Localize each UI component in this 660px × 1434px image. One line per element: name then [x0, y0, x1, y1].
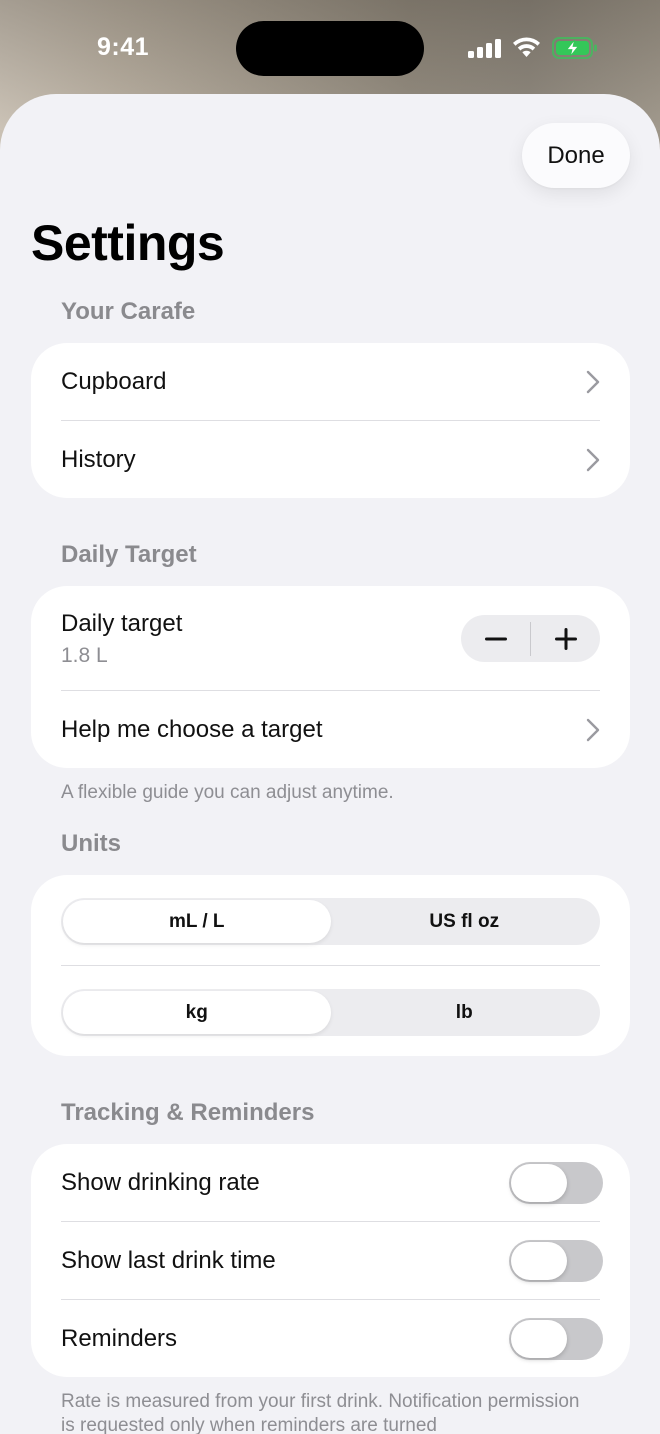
- reminders-label: Reminders: [61, 1324, 178, 1352]
- help-choose-target-label: Help me choose a target: [61, 715, 323, 743]
- daily-target-footer: A flexible guide you can adjust anytime.: [61, 782, 394, 803]
- daily-target-value: 1.8 L: [61, 644, 108, 667]
- cupboard-row[interactable]: Cupboard: [61, 343, 600, 420]
- segment-ml-l[interactable]: mL / L: [63, 900, 331, 943]
- chevron-right-icon: [586, 718, 600, 741]
- minus-icon: [484, 637, 507, 640]
- units-card: mL / L US fl oz kg lb: [31, 875, 630, 1056]
- section-header-your-carafe: Your Carafe: [61, 298, 196, 325]
- show-drinking-rate-label: Show drinking rate: [61, 1168, 260, 1196]
- weight-unit-segmented-control: kg lb: [61, 989, 600, 1036]
- segment-us-fl-oz[interactable]: US fl oz: [331, 900, 599, 943]
- daily-target-label: Daily target: [61, 610, 183, 637]
- battery-charging-icon: [552, 37, 597, 59]
- wifi-icon: [513, 37, 540, 57]
- increment-button[interactable]: [531, 615, 600, 662]
- show-last-drink-time-toggle[interactable]: [509, 1239, 603, 1282]
- tracking-footer: Rate is measured from your first drink. …: [61, 1391, 580, 1434]
- toggle-knob: [511, 1241, 567, 1280]
- status-bar: 9:41: [0, 0, 660, 94]
- help-choose-target-row[interactable]: Help me choose a target: [61, 691, 600, 768]
- cupboard-label: Cupboard: [61, 367, 167, 395]
- section-header-daily-target: Daily Target: [61, 541, 197, 568]
- chevron-right-icon: [586, 448, 600, 471]
- segment-kg[interactable]: kg: [63, 991, 331, 1034]
- show-drinking-rate-row: Show drinking rate: [61, 1144, 603, 1221]
- settings-sheet: Done Settings Your Carafe Cupboard Histo…: [0, 94, 660, 1434]
- done-button[interactable]: Done: [522, 123, 630, 188]
- carafe-card: Cupboard History: [31, 343, 630, 498]
- history-label: History: [61, 445, 136, 473]
- decrement-button[interactable]: [461, 615, 530, 662]
- toggle-knob: [511, 1163, 567, 1202]
- chevron-right-icon: [586, 370, 600, 393]
- dynamic-island: [236, 21, 424, 76]
- toggle-knob: [511, 1319, 567, 1358]
- daily-target-stepper: [461, 615, 600, 662]
- reminders-toggle[interactable]: [509, 1317, 603, 1360]
- segment-lb[interactable]: lb: [331, 991, 599, 1034]
- plus-icon: [554, 627, 577, 650]
- show-last-drink-time-label: Show last drink time: [61, 1246, 276, 1274]
- page-title: Settings: [31, 215, 225, 271]
- history-row[interactable]: History: [61, 421, 600, 498]
- reminders-row: Reminders: [61, 1300, 603, 1377]
- section-header-units: Units: [61, 830, 121, 857]
- show-last-drink-time-row: Show last drink time: [61, 1222, 603, 1299]
- tracking-card: Show drinking rate Show last drink time …: [31, 1144, 630, 1377]
- cellular-signal-icon: [468, 38, 502, 58]
- status-time: 9:41: [97, 33, 150, 61]
- show-drinking-rate-toggle[interactable]: [509, 1161, 603, 1204]
- daily-target-card: Daily target 1.8 L Help me choose a targ…: [31, 586, 630, 768]
- volume-unit-segmented-control: mL / L US fl oz: [61, 898, 600, 945]
- row-divider: [61, 965, 600, 966]
- section-header-tracking-reminders: Tracking & Reminders: [61, 1099, 315, 1126]
